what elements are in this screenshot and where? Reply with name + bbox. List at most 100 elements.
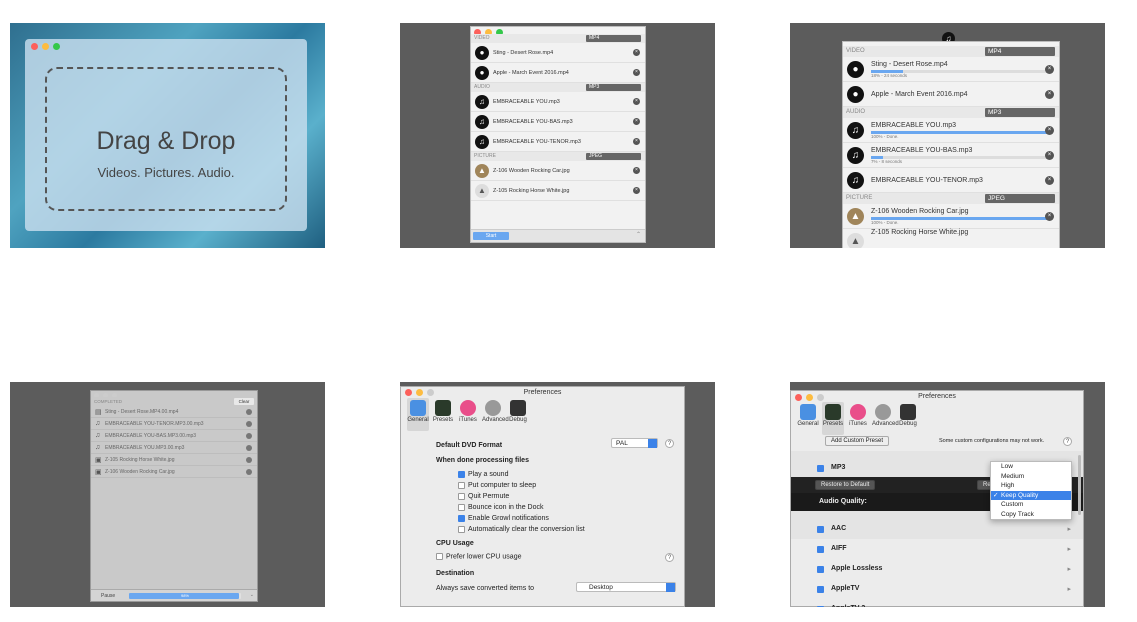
tab-general[interactable]: General <box>797 402 819 435</box>
disclosure-icon[interactable]: ▸ <box>1067 585 1071 593</box>
audio-format-select[interactable]: MP3 <box>586 84 641 91</box>
list-item[interactable]: ▲ Z-106 Wooden Rocking Car.jpg 100% - Do… <box>843 204 1059 229</box>
picture-format-select[interactable]: JPEG <box>586 153 641 160</box>
zoom-button[interactable] <box>53 43 60 50</box>
list-item[interactable]: ▲ Z-105 Rocking Horse White.jpg × <box>471 181 645 201</box>
tab-itunes[interactable]: iTunes <box>847 402 869 435</box>
reveal-icon[interactable] <box>246 421 252 427</box>
checkbox[interactable] <box>458 481 465 489</box>
menu-item[interactable]: Low <box>991 462 1071 472</box>
checkbox[interactable] <box>817 606 824 607</box>
reveal-icon[interactable] <box>246 469 252 475</box>
chevron-down-icon[interactable]: ⌄ <box>250 592 254 598</box>
menu-item[interactable]: High <box>991 481 1071 491</box>
list-item[interactable]: ▲ Z-106 Wooden Rocking Car.jpg × <box>471 161 645 181</box>
audio-format-select[interactable]: MP3 <box>985 108 1055 117</box>
option-row[interactable]: Play a sound <box>458 469 585 480</box>
disclosure-icon[interactable]: ▸ <box>1067 545 1071 553</box>
scrollbar[interactable] <box>1078 455 1081 515</box>
remove-icon[interactable]: × <box>633 49 640 56</box>
list-item[interactable]: ● Apple - March Event 2016.mp4 × <box>843 82 1059 107</box>
completed-item[interactable]: ♫ EMBRACEABLE YOU-TENOR.MP3.00.mp3 <box>91 418 257 430</box>
video-format-select[interactable]: MP4 <box>985 47 1055 56</box>
picture-format-select[interactable]: JPEG <box>985 194 1055 203</box>
quality-menu[interactable]: Low Medium High Keep Quality ✓ Custom Copy Tra… <box>990 461 1072 520</box>
checkbox[interactable] <box>458 514 465 522</box>
help-icon[interactable]: ? <box>1063 437 1072 446</box>
list-item[interactable]: ♫ EMBRACEABLE YOU.mp3 100% - Done. × <box>843 118 1059 143</box>
start-button[interactable]: Start <box>473 232 509 240</box>
remove-icon[interactable]: × <box>633 69 640 76</box>
checkbox[interactable] <box>817 526 824 533</box>
checkbox[interactable] <box>817 566 824 573</box>
completed-item[interactable]: ♫ EMBRACEABLE YOU-BAS.MP3.00.mp3 <box>91 430 257 442</box>
chevron-up-icon[interactable]: ⌃ <box>636 231 641 238</box>
tab-advanced[interactable]: Advanced <box>872 402 899 435</box>
menu-item[interactable]: Keep Quality ✓ <box>991 490 1071 500</box>
completed-item[interactable]: ▣ Z-106 Wooden Rocking Car.jpg <box>91 466 257 478</box>
zoom-button[interactable] <box>427 389 434 396</box>
list-item[interactable]: ♫ EMBRACEABLE YOU-BAS.mp3 × <box>471 112 645 132</box>
remove-icon[interactable]: × <box>1045 90 1054 99</box>
option-row[interactable]: Automatically clear the conversion list <box>458 524 585 535</box>
zoom-button[interactable] <box>817 394 824 401</box>
remove-icon[interactable]: × <box>1045 126 1054 135</box>
option-row[interactable]: Bounce icon in the Dock <box>458 502 585 513</box>
minimize-button[interactable] <box>416 389 423 396</box>
remove-icon[interactable]: × <box>633 118 640 125</box>
remove-icon[interactable]: × <box>1045 151 1054 160</box>
tab-general[interactable]: General <box>407 398 429 431</box>
remove-icon[interactable]: × <box>633 187 640 194</box>
close-button[interactable] <box>795 394 802 401</box>
help-icon[interactable]: ? <box>665 439 674 448</box>
clear-button[interactable]: Clear <box>234 398 254 405</box>
remove-icon[interactable]: × <box>1045 212 1054 221</box>
tab-presets[interactable]: Presets <box>822 402 844 435</box>
disclosure-icon[interactable]: ▸ <box>1067 565 1071 573</box>
list-item[interactable]: ● Sting - Desert Rose.mp4 × <box>471 43 645 63</box>
menu-item[interactable]: Custom <box>991 500 1071 510</box>
remove-icon[interactable]: × <box>1045 65 1054 74</box>
completed-item[interactable]: ▤ Sting - Desert Rose.MP4.00.mp4 <box>91 406 257 418</box>
option-row[interactable]: Quit Permute <box>458 491 585 502</box>
disclosure-icon[interactable]: ▸ <box>1067 525 1071 533</box>
checkbox[interactable] <box>817 546 824 553</box>
checkbox[interactable] <box>458 503 465 511</box>
list-item[interactable]: ● Apple - March Event 2016.mp4 × <box>471 63 645 83</box>
checkbox[interactable] <box>458 470 465 478</box>
minimize-button[interactable] <box>806 394 813 401</box>
tab-advanced[interactable]: Advanced <box>482 398 509 431</box>
tab-presets[interactable]: Presets <box>432 398 454 431</box>
reveal-icon[interactable] <box>246 433 252 439</box>
pause-button[interactable]: Pause <box>101 593 115 599</box>
reveal-icon[interactable] <box>246 409 252 415</box>
add-custom-preset-button[interactable]: Add Custom Preset <box>825 436 890 446</box>
drop-window[interactable]: Drag & Drop Videos. Pictures. Audio. <box>25 39 307 231</box>
tab-debug[interactable]: Debug <box>897 402 919 435</box>
help-icon[interactable]: ? <box>665 553 674 562</box>
remove-icon[interactable]: × <box>1045 176 1054 185</box>
checkbox[interactable] <box>436 553 443 560</box>
remove-icon[interactable]: × <box>633 138 640 145</box>
completed-item[interactable]: ▣ Z-105 Rocking Horse White.jpg <box>91 454 257 466</box>
video-format-select[interactable]: MP4 <box>586 35 641 42</box>
list-item[interactable]: ♫ EMBRACEABLE YOU-TENOR.mp3 × <box>843 168 1059 193</box>
checkbox[interactable] <box>817 586 824 593</box>
checkbox[interactable] <box>817 465 824 472</box>
disclosure-icon[interactable]: ▸ <box>1067 605 1071 607</box>
completed-item[interactable]: ♫ EMBRACEABLE YOU.MP3.00.mp3 <box>91 442 257 454</box>
tab-debug[interactable]: Debug <box>507 398 529 431</box>
destination-select[interactable]: Desktop <box>576 582 676 592</box>
checkbox[interactable] <box>458 525 465 533</box>
list-item[interactable]: ♫ EMBRACEABLE YOU-TENOR.mp3 × <box>471 132 645 152</box>
reveal-icon[interactable] <box>246 445 252 451</box>
list-item[interactable]: ▲ Z-105 Rocking Horse White.jpg <box>843 229 1059 248</box>
list-item[interactable]: ● Sting - Desert Rose.mp4 18% - 24 secon… <box>843 57 1059 82</box>
list-item[interactable]: ♫ EMBRACEABLE YOU.mp3 × <box>471 92 645 112</box>
reveal-icon[interactable] <box>246 457 252 463</box>
close-button[interactable] <box>31 43 38 50</box>
option-row[interactable]: Enable Growl notifications <box>458 513 585 524</box>
restore-default-button[interactable]: Restore to Default <box>815 480 876 490</box>
option-row[interactable]: Put computer to sleep <box>458 480 585 491</box>
list-item[interactable]: ♫ EMBRACEABLE YOU-BAS.mp3 7% - 8 seconds… <box>843 143 1059 168</box>
